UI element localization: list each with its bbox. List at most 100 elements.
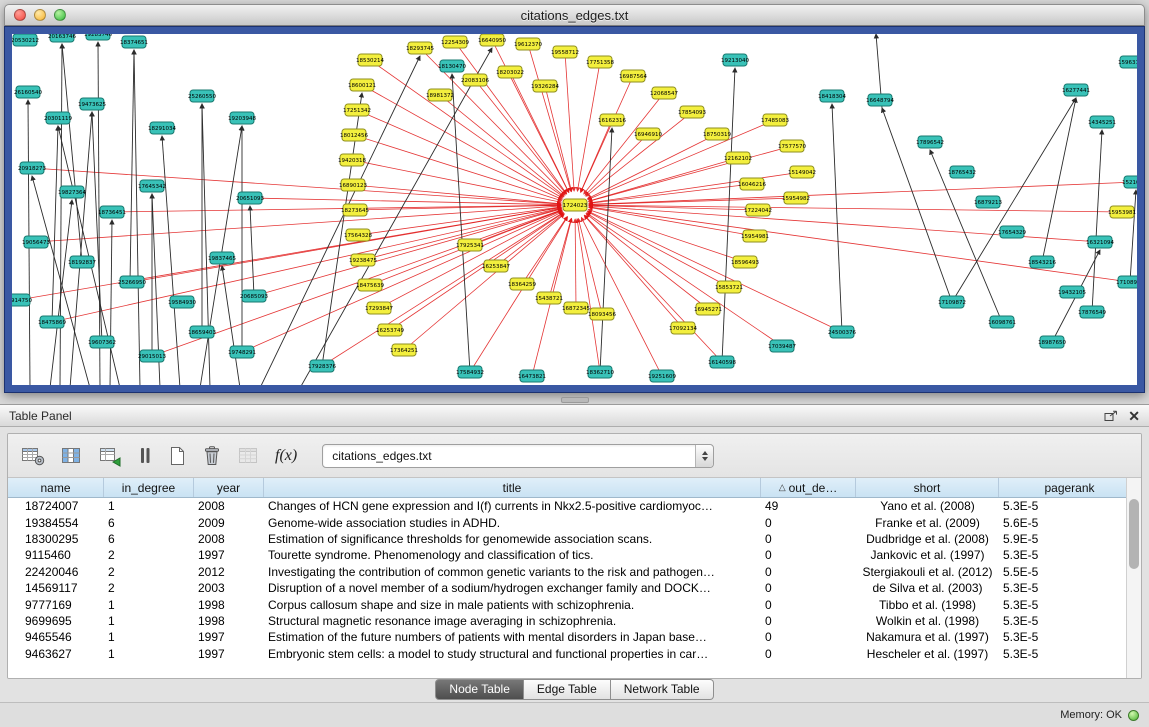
graph-node[interactable]: 18987650 <box>1038 336 1066 348</box>
table-cell[interactable]: de Silva et al. (2003) <box>856 581 999 595</box>
table-cell[interactable]: Wolkin et al. (1998) <box>856 614 999 628</box>
table-cell[interactable]: Genome-wide association studies in ADHD. <box>264 516 761 530</box>
tab-edge-table[interactable]: Edge Table <box>524 679 611 700</box>
table-cell[interactable]: 0 <box>761 548 856 562</box>
graph-node[interactable]: 16162316 <box>598 114 626 126</box>
table-cell[interactable]: 0 <box>761 598 856 612</box>
graph-node[interactable]: 18981372 <box>426 89 454 101</box>
table-cell[interactable]: 18300295 <box>8 532 104 546</box>
table-cell[interactable]: Disruption of a novel member of a sodium… <box>264 581 761 595</box>
graph-node[interactable]: 19420318 <box>338 154 366 166</box>
table-cell[interactable]: Hescheler et al. (1997) <box>856 647 999 661</box>
graph-node[interactable]: 18093456 <box>588 308 616 320</box>
minimize-window-button[interactable] <box>34 9 46 21</box>
table-cell[interactable]: 5.6E-5 <box>999 516 1141 530</box>
row-height-button[interactable] <box>135 443 155 469</box>
graph-node[interactable]: 17854093 <box>678 106 706 118</box>
graph-node[interactable]: 18203022 <box>496 66 524 78</box>
graph-edge[interactable] <box>60 44 62 385</box>
graph-node[interactable]: 15210983 <box>1122 176 1137 188</box>
graph-hub-node[interactable]: 1724023 <box>563 199 588 211</box>
graph-node[interactable]: 17251342 <box>343 104 371 116</box>
panel-splitter[interactable] <box>0 395 1149 404</box>
table-cell[interactable]: 22420046 <box>8 565 104 579</box>
table-cell[interactable]: Jankovic et al. (1997) <box>856 548 999 562</box>
table-cell[interactable]: Franke et al. (2009) <box>856 516 999 530</box>
graph-node[interactable]: 18418304 <box>818 90 846 102</box>
tab-node-table[interactable]: Node Table <box>435 679 524 700</box>
graph-node[interactable]: 17654329 <box>998 226 1026 238</box>
delete-table-button[interactable] <box>234 443 264 469</box>
graph-node[interactable]: 15963107 <box>1118 56 1137 68</box>
table-cell[interactable]: 6 <box>104 516 194 530</box>
graph-node[interactable]: 19056473 <box>22 236 50 248</box>
table-cell[interactable]: Tourette syndrome. Phenomenology and cla… <box>264 548 761 562</box>
graph-edge-red[interactable] <box>528 44 571 192</box>
graph-node[interactable]: 15438721 <box>535 292 563 304</box>
graph-node[interactable]: 15954981 <box>741 230 769 242</box>
graph-node[interactable]: 15953981 <box>1108 206 1136 218</box>
table-settings-button[interactable] <box>18 443 48 469</box>
table-cell[interactable]: 0 <box>761 581 856 595</box>
table-cell[interactable]: 19384554 <box>8 516 104 530</box>
graph-node[interactable]: 16253847 <box>482 260 510 272</box>
graph-node[interactable]: 19238475 <box>349 254 377 266</box>
table-row[interactable]: 977716911998Corpus callosum shape and si… <box>8 596 1141 612</box>
graph-node[interactable]: 16321094 <box>1086 236 1114 248</box>
graph-node[interactable]: 17039487 <box>768 340 796 352</box>
graph-edge[interactable] <box>130 50 134 282</box>
table-cell[interactable]: 0 <box>761 516 856 530</box>
graph-edge-red[interactable] <box>589 146 792 201</box>
table-row[interactable]: 946554611997Estimation of the future num… <box>8 629 1141 645</box>
table-cell[interactable]: 0 <box>761 630 856 644</box>
close-window-button[interactable] <box>14 9 26 21</box>
graph-node[interactable]: 20918273 <box>18 162 46 174</box>
graph-edge-red[interactable] <box>577 62 600 191</box>
table-cell[interactable]: Changes of HCN gene expression and I(f) … <box>264 499 761 513</box>
table-cell[interactable]: 2008 <box>194 499 264 513</box>
table-cell[interactable]: 0 <box>761 647 856 661</box>
table-scrollbar[interactable] <box>1126 478 1141 678</box>
table-cell[interactable]: Structural magnetic resonance image aver… <box>264 614 761 628</box>
graph-node[interactable]: 18543216 <box>1028 256 1056 268</box>
table-cell[interactable]: 9465546 <box>8 630 104 644</box>
graph-node[interactable]: 26160540 <box>14 86 42 98</box>
table-cell[interactable]: 1998 <box>194 598 264 612</box>
graph-node[interactable]: 18364259 <box>508 278 536 290</box>
graph-edge[interactable] <box>62 44 82 262</box>
memory-indicator[interactable] <box>1128 710 1139 721</box>
graph-node[interactable]: 17109872 <box>938 296 966 308</box>
graph-node[interactable]: 18596493 <box>731 256 759 268</box>
graph-edge-red[interactable] <box>352 160 561 202</box>
graph-node[interactable]: 18765432 <box>948 166 976 178</box>
table-cell[interactable]: Yano et al. (2008) <box>856 499 999 513</box>
graph-node[interactable]: 17751358 <box>586 56 614 68</box>
graph-node[interactable]: 18659403 <box>188 326 216 338</box>
table-cell[interactable]: 2 <box>104 581 194 595</box>
table-cell[interactable]: Investigating the contribution of common… <box>264 565 761 579</box>
graph-node[interactable]: 16945271 <box>694 303 722 315</box>
table-cell[interactable]: Dudbridge et al. (2008) <box>856 532 999 546</box>
graph-node[interactable]: 19213040 <box>721 54 749 66</box>
table-cell[interactable]: 2 <box>104 565 194 579</box>
graph-node[interactable]: 17293847 <box>365 302 393 314</box>
import-table-button[interactable] <box>96 443 126 469</box>
graph-edge-red[interactable] <box>589 172 802 203</box>
graph-edge[interactable] <box>52 126 58 322</box>
graph-node[interactable]: 20530212 <box>12 34 39 46</box>
graph-node[interactable]: 18475869 <box>38 316 66 328</box>
graph-node[interactable]: 18374651 <box>120 36 148 48</box>
table-row[interactable]: 1938455462009Genome-wide association stu… <box>8 514 1141 530</box>
graph-node[interactable]: 16473821 <box>518 370 546 382</box>
graph-node[interactable]: 16098761 <box>988 316 1016 328</box>
table-cell[interactable]: 5.9E-5 <box>999 532 1141 546</box>
graph-node[interactable]: 17092134 <box>669 322 697 334</box>
table-cell[interactable]: 2009 <box>194 516 264 530</box>
table-cell[interactable]: 5.3E-5 <box>999 598 1141 612</box>
table-row[interactable]: 2242004622012Investigating the contribut… <box>8 564 1141 580</box>
graph-edge[interactable] <box>250 206 254 296</box>
table-cell[interactable]: Embryonic stem cells: a model to study s… <box>264 647 761 661</box>
table-cell[interactable]: 14569117 <box>8 581 104 595</box>
column-header-short[interactable]: short <box>856 478 999 497</box>
graph-edge-red[interactable] <box>585 215 722 362</box>
